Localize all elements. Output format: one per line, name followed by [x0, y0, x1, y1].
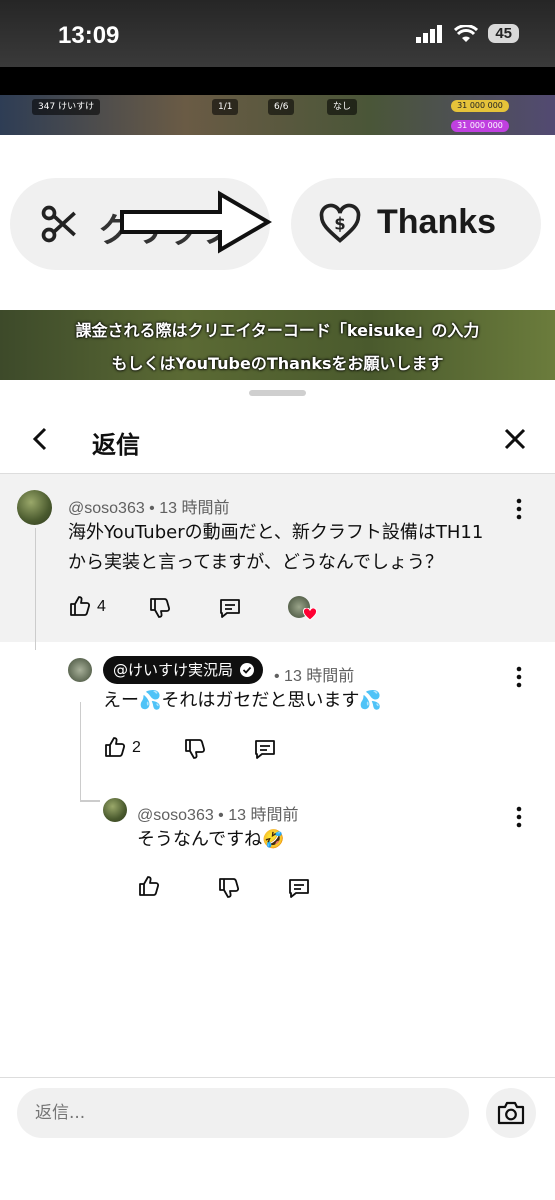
avatar[interactable]: [103, 798, 127, 822]
heart-icon: [303, 608, 317, 621]
thumbs-down-icon[interactable]: [183, 737, 207, 761]
wifi-icon: [454, 24, 479, 42]
comment-meta: @soso363 • 13 時間前: [137, 807, 299, 824]
status-icons: 45: [416, 24, 519, 43]
video-player[interactable]: 347 けいすけ 1/1 6/6 なし 31 000 000 31 000 00…: [0, 67, 555, 380]
comment-author[interactable]: @soso363: [137, 807, 214, 824]
thumbs-up-icon[interactable]: [103, 735, 127, 759]
battery-icon: 45: [488, 24, 519, 43]
composer-divider: [0, 1077, 555, 1078]
comment-text: えー💦それはガセだと思います💦: [103, 690, 382, 711]
thread-connector: [80, 800, 100, 802]
hud-elixir: 31 000 000: [451, 120, 509, 132]
thumbs-down-icon[interactable]: [217, 876, 241, 900]
reply-icon[interactable]: [287, 876, 311, 900]
thumbs-up-icon[interactable]: [68, 594, 92, 618]
comment-text: 海外YouTuberの動画だと、新クラフト設備はTH11 から実装と言ってますが…: [68, 518, 483, 578]
signal-icon: [416, 24, 443, 43]
comment-meta: @soso363 • 13 時間前: [68, 500, 230, 517]
thumbs-up-icon[interactable]: [137, 874, 161, 898]
svg-text:$: $: [334, 215, 345, 234]
thread-line: [35, 528, 36, 650]
thanks-label: Thanks: [377, 203, 497, 241]
comment-text-line: から実装と言ってますが、どうなんでしょう？: [68, 552, 443, 573]
comment-text-line: 海外YouTuberの動画だと、新クラフト設備はTH11: [68, 522, 484, 543]
hud-level: 347 けいすけ: [32, 99, 101, 115]
subtitle-line-2: もしくはYouTubeのThanksをお願いします: [111, 354, 444, 373]
hud-shield: なし: [327, 99, 358, 115]
close-icon[interactable]: [500, 424, 530, 454]
reply-input[interactable]: [17, 1088, 469, 1138]
comment-text: そうなんですね🤣: [137, 829, 285, 850]
hud-troops: 1/1: [212, 99, 239, 115]
comment-time: 13 時間前: [159, 500, 230, 517]
more-icon[interactable]: [516, 666, 522, 688]
more-icon[interactable]: [516, 498, 522, 520]
thumbs-down-icon[interactable]: [148, 596, 172, 620]
page-title: 返信: [92, 431, 140, 459]
back-arrow-icon[interactable]: [26, 424, 56, 454]
comment-time: 13 時間前: [228, 807, 299, 824]
comment-author[interactable]: @soso363: [68, 500, 145, 517]
game-hud-top: 347 けいすけ 1/1 6/6 なし 31 000 000 31 000 00…: [0, 95, 555, 135]
comment-time-row: • 13 時間前: [274, 668, 355, 685]
arrow-right-icon: [120, 190, 272, 254]
like-count: 2: [132, 739, 141, 756]
hud-builders: 6/6: [268, 99, 295, 115]
drag-handle[interactable]: [249, 390, 306, 396]
hud-gold: 31 000 000: [451, 100, 509, 112]
promo-panel: クリップ $ Thanks: [0, 135, 555, 310]
status-bar: 13:09 45: [0, 0, 555, 67]
creator-badge[interactable]: @けいすけ実況局: [103, 656, 264, 684]
reply-icon[interactable]: [218, 596, 242, 620]
verified-icon: [240, 663, 255, 677]
like-count: 4: [97, 598, 106, 615]
camera-icon: [497, 1101, 525, 1125]
subtitle-line-1: 課金される際はクリエイターコード「keisuke」の入力: [75, 321, 480, 340]
thanks-button: $ Thanks: [291, 178, 541, 270]
status-time: 13:09: [58, 22, 120, 49]
more-icon[interactable]: [516, 806, 522, 828]
heart-dollar-icon: $: [319, 203, 361, 243]
replies-sheet: 返信 @soso363 • 13 時間前 海外YouTuberの動画だと、新クラ…: [0, 380, 555, 1200]
scissors-icon: [41, 205, 76, 243]
thread-line: [80, 702, 81, 800]
avatar[interactable]: [68, 658, 92, 682]
camera-button[interactable]: [486, 1088, 536, 1138]
avatar[interactable]: [17, 490, 52, 525]
reply-icon[interactable]: [253, 737, 277, 761]
comment-time: 13 時間前: [284, 668, 355, 685]
comment-author: @けいすけ実況局: [113, 661, 234, 679]
